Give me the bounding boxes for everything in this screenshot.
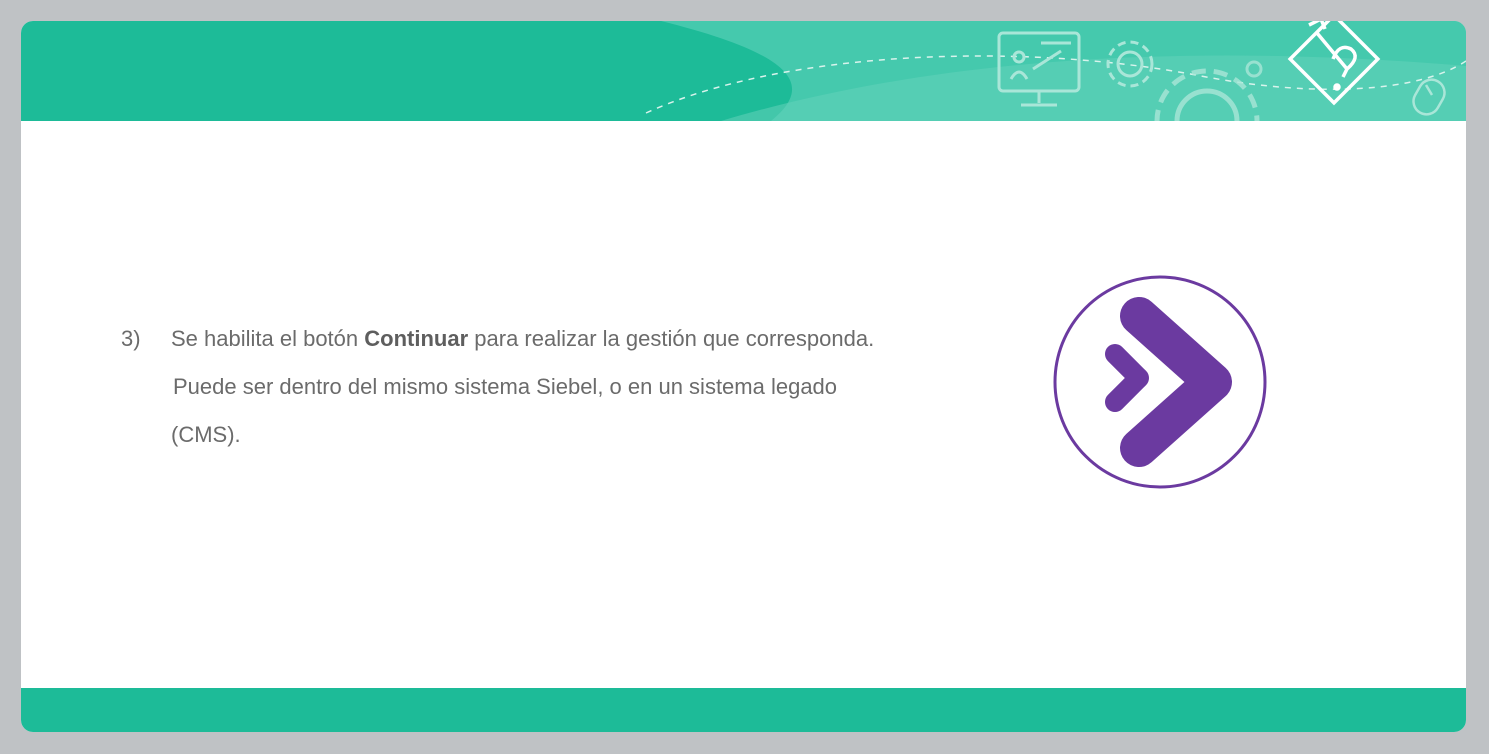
continue-label-bold: Continuar xyxy=(364,326,469,351)
footer-bar xyxy=(21,688,1466,732)
step-instruction: 3) Se habilita el botón Continuar para r… xyxy=(121,315,981,459)
header-decoration xyxy=(645,21,1466,121)
slide-card: 3) Se habilita el botón Continuar para r… xyxy=(21,21,1466,732)
step-line-1-end: para realizar la gestión que corresponda… xyxy=(468,326,875,351)
continue-icon-badge xyxy=(1053,272,1267,492)
step-line-2: Puede ser dentro del mismo sistema Siebe… xyxy=(173,374,838,399)
step-line-1-start: Se habilita el botón xyxy=(171,326,365,351)
double-chevron-right-icon xyxy=(1053,275,1267,489)
step-line-1: Se habilita el botón Continuar para real… xyxy=(121,315,981,363)
step-line-3: (CMS). xyxy=(171,422,241,447)
header-banner xyxy=(21,21,1466,121)
step-number: 3) xyxy=(121,326,141,351)
